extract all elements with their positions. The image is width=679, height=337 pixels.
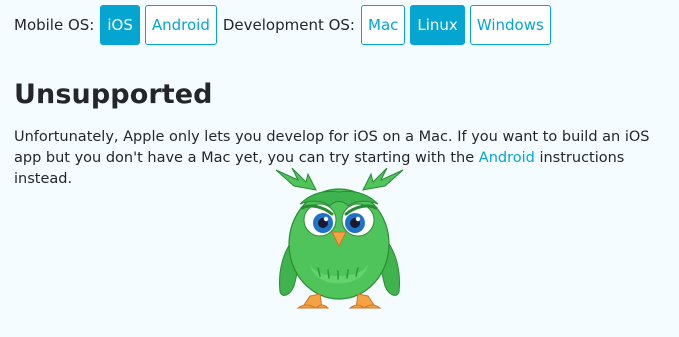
sad-owl-illustration (275, 168, 404, 309)
development-os-label: Development OS: (222, 16, 355, 34)
android-instructions-link[interactable]: Android (479, 150, 535, 166)
development-os-windows-button[interactable]: Windows (469, 5, 551, 45)
development-os-mac-button[interactable]: Mac (361, 5, 406, 45)
mobile-os-android-button[interactable]: Android (144, 5, 217, 45)
mobile-os-ios-button[interactable]: iOS (100, 5, 140, 45)
unsupported-heading: Unsupported (14, 79, 213, 110)
mobile-os-label: Mobile OS: (14, 16, 95, 34)
platform-toggle-bar: Mobile OS: iOS Android Development OS: M… (14, 5, 551, 45)
development-os-linux-button[interactable]: Linux (410, 5, 465, 45)
